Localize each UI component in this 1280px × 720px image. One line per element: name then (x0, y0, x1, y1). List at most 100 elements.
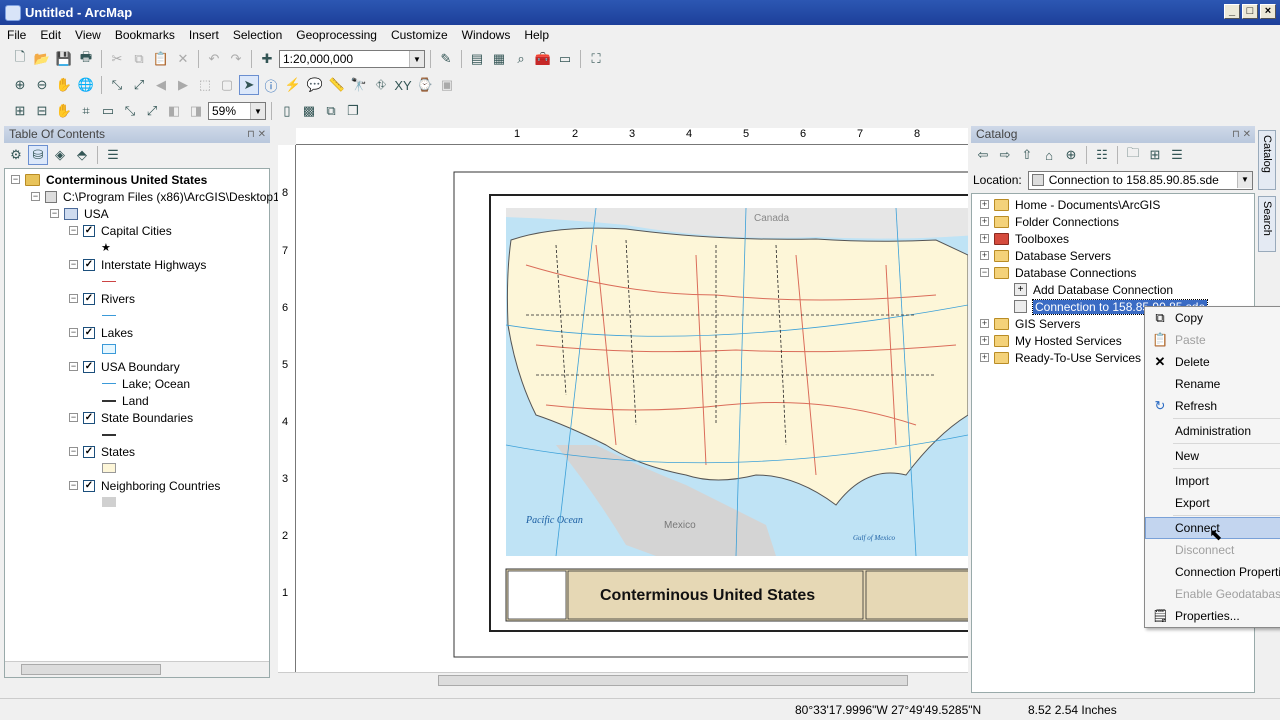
previous-extent-icon[interactable]: ◧ (164, 101, 184, 121)
menu-file[interactable]: File (0, 25, 33, 45)
find-icon[interactable]: 🔭 (349, 75, 369, 95)
model-builder-icon[interactable]: ⛶ (586, 49, 606, 69)
catalog-item-gis-servers[interactable]: + GIS Servers (980, 315, 1080, 332)
ctx-rename[interactable]: Rename (1145, 373, 1280, 395)
zoom-100-icon[interactable]: ▭ (98, 101, 118, 121)
location-combo[interactable]: Connection to 158.85.90.85.sde ▼ (1027, 170, 1253, 190)
ctx-new[interactable]: New (1145, 445, 1280, 467)
catalog-item-add-database-connection[interactable]: + Add Database Connection (1014, 281, 1173, 298)
toc-group-row[interactable]: − USA (50, 205, 109, 222)
layout-zoom-out-icon[interactable]: ⊟ (32, 101, 52, 121)
fixed-layout-zoom-in-icon[interactable]: ⤡ (120, 101, 140, 121)
menu-selection[interactable]: Selection (226, 25, 289, 45)
chevron-down-icon[interactable]: ▼ (409, 51, 424, 67)
menu-geoprocessing[interactable]: Geoprocessing (289, 25, 384, 45)
copy-icon[interactable]: ⧉ (129, 49, 149, 69)
delete-icon[interactable]: ✕ (173, 49, 193, 69)
list-by-source-icon[interactable]: ⛁ (28, 145, 48, 165)
chevron-down-icon[interactable]: ▼ (1237, 171, 1252, 188)
layer-visibility-checkbox[interactable]: ✓ (83, 292, 95, 305)
fixed-zoom-out-icon[interactable]: ⤢ (129, 75, 149, 95)
ctx-properties[interactable]: 🗒 Properties... (1145, 605, 1280, 627)
go-to-xy-icon[interactable]: XY (393, 75, 413, 95)
back-icon[interactable]: ⇦ (973, 145, 993, 165)
toc-layer-interstate-highways[interactable]: − ✓ Interstate Highways (69, 256, 206, 273)
catalog-item-home[interactable]: + Home - Documents\ArcGIS (980, 196, 1160, 213)
catalog-item-database-servers[interactable]: + Database Servers (980, 247, 1111, 264)
clear-selection-icon[interactable]: ▢ (217, 75, 237, 95)
list-by-selection-icon[interactable]: ⬘ (72, 145, 92, 165)
maximize-button[interactable]: □ (1242, 4, 1258, 19)
ctx-refresh[interactable]: ↻ Refresh (1145, 395, 1280, 417)
layer-visibility-checkbox[interactable]: ✓ (83, 360, 95, 373)
menu-edit[interactable]: Edit (33, 25, 68, 45)
layer-visibility-checkbox[interactable]: ✓ (83, 411, 95, 424)
toc-layer-usa-boundary[interactable]: − ✓ USA Boundary (69, 358, 180, 375)
full-extent-icon[interactable]: 🌐 (76, 75, 96, 95)
pan-icon[interactable]: ✋ (54, 75, 74, 95)
html-popup-icon[interactable]: 💬 (305, 75, 325, 95)
ctx-connection-properties[interactable]: Connection Properties... (1145, 561, 1280, 583)
focus-data-frame-icon[interactable]: ▩ (299, 101, 319, 121)
select-features-icon[interactable]: ⬚ (195, 75, 215, 95)
toc-layer-states[interactable]: − ✓ States (69, 443, 135, 460)
add-data-icon[interactable]: ✚ (257, 49, 277, 69)
layer-visibility-checkbox[interactable]: ✓ (83, 445, 95, 458)
ctx-delete[interactable]: ✕ Delete (1145, 351, 1280, 373)
arctoolbox-icon[interactable]: 🧰 (533, 49, 553, 69)
redo-icon[interactable]: ↷ (226, 49, 246, 69)
zoom-out-icon[interactable]: ⊖ (32, 75, 52, 95)
find-route-icon[interactable]: ⛗ (371, 75, 391, 95)
save-icon[interactable]: 💾 (54, 49, 74, 69)
toc-layer-neighboring-countries[interactable]: − ✓ Neighboring Countries (69, 477, 220, 494)
list-by-drawing-order-icon[interactable]: ⚙ (6, 145, 26, 165)
catalog-item-folder-connections[interactable]: + Folder Connections (980, 213, 1119, 230)
toc-path-row[interactable]: − C:\Program Files (x86)\ArcGIS\Desktop1… (31, 188, 286, 205)
ctx-paste[interactable]: 📋 Paste (1145, 329, 1280, 351)
time-slider-icon[interactable]: ⌚ (415, 75, 435, 95)
python-window-icon[interactable]: ▭ (555, 49, 575, 69)
hyperlink-icon[interactable]: ⚡ (283, 75, 303, 95)
layer-visibility-checkbox[interactable]: ✓ (83, 258, 95, 271)
print-icon[interactable]: 🖶 (76, 49, 96, 69)
catalog-close-icon[interactable]: ⊓ ✕ (1232, 126, 1251, 143)
change-layout-icon[interactable]: ⧉ (321, 101, 341, 121)
paste-icon[interactable]: 📋 (151, 49, 171, 69)
new-document-icon[interactable]: 🗋 (10, 49, 30, 69)
forward-icon[interactable]: ▶ (173, 75, 193, 95)
open-icon[interactable]: 📂 (32, 49, 52, 69)
toc-layer-state-boundaries[interactable]: − ✓ State Boundaries (69, 409, 193, 426)
measure-icon[interactable]: 📏 (327, 75, 347, 95)
ctx-import[interactable]: Import (1145, 470, 1280, 492)
new-folder-icon[interactable]: 🗀 (1123, 145, 1143, 165)
catalog-item-toolboxes[interactable]: + Toolboxes (980, 230, 1069, 247)
toc-map-row[interactable]: − Conterminous United States (11, 171, 207, 188)
catalog-item-database-connections[interactable]: − Database Connections (980, 264, 1136, 281)
layout-pan-icon[interactable]: ✋ (54, 101, 74, 121)
layout-zoom-in-icon[interactable]: ⊞ (10, 101, 30, 121)
table-of-contents-icon[interactable]: ▤ (467, 49, 487, 69)
layer-visibility-checkbox[interactable]: ✓ (83, 326, 95, 339)
toc-layer-lakes[interactable]: − ✓ Lakes (69, 324, 133, 341)
layout-horizontal-scrollbar[interactable] (278, 672, 968, 688)
layer-visibility-checkbox[interactable]: ✓ (83, 224, 95, 237)
zoom-whole-page-icon[interactable]: ⌗ (76, 101, 96, 121)
data-driven-pages-icon[interactable]: ❐ (343, 101, 363, 121)
layout-view[interactable]: Canada Mexico Pacific Ocean Gulf of Mexi… (278, 145, 981, 688)
catalog-side-tab[interactable]: Catalog (1258, 130, 1276, 190)
zoom-in-icon[interactable]: ⊕ (10, 75, 30, 95)
search-side-tab[interactable]: Search (1258, 196, 1276, 252)
next-extent-icon[interactable]: ◨ (186, 101, 206, 121)
catalog-item-hosted-services[interactable]: + My Hosted Services (980, 332, 1122, 349)
toc-horizontal-scrollbar[interactable] (5, 661, 269, 677)
toggle-draft-mode-icon[interactable]: ▯ (277, 101, 297, 121)
toc-layer-capital-cities[interactable]: − ✓ Capital Cities (69, 222, 172, 239)
catalog-window-icon[interactable]: ▦ (489, 49, 509, 69)
fixed-zoom-in-icon[interactable]: ⤡ (107, 75, 127, 95)
menu-windows[interactable]: Windows (455, 25, 518, 45)
forward-icon[interactable]: ⇨ (995, 145, 1015, 165)
toc-options-icon[interactable]: ☰ (103, 145, 123, 165)
search-window-icon[interactable]: ⌕ (511, 49, 531, 69)
close-button[interactable]: × (1260, 4, 1276, 19)
minimize-button[interactable]: _ (1224, 4, 1240, 19)
